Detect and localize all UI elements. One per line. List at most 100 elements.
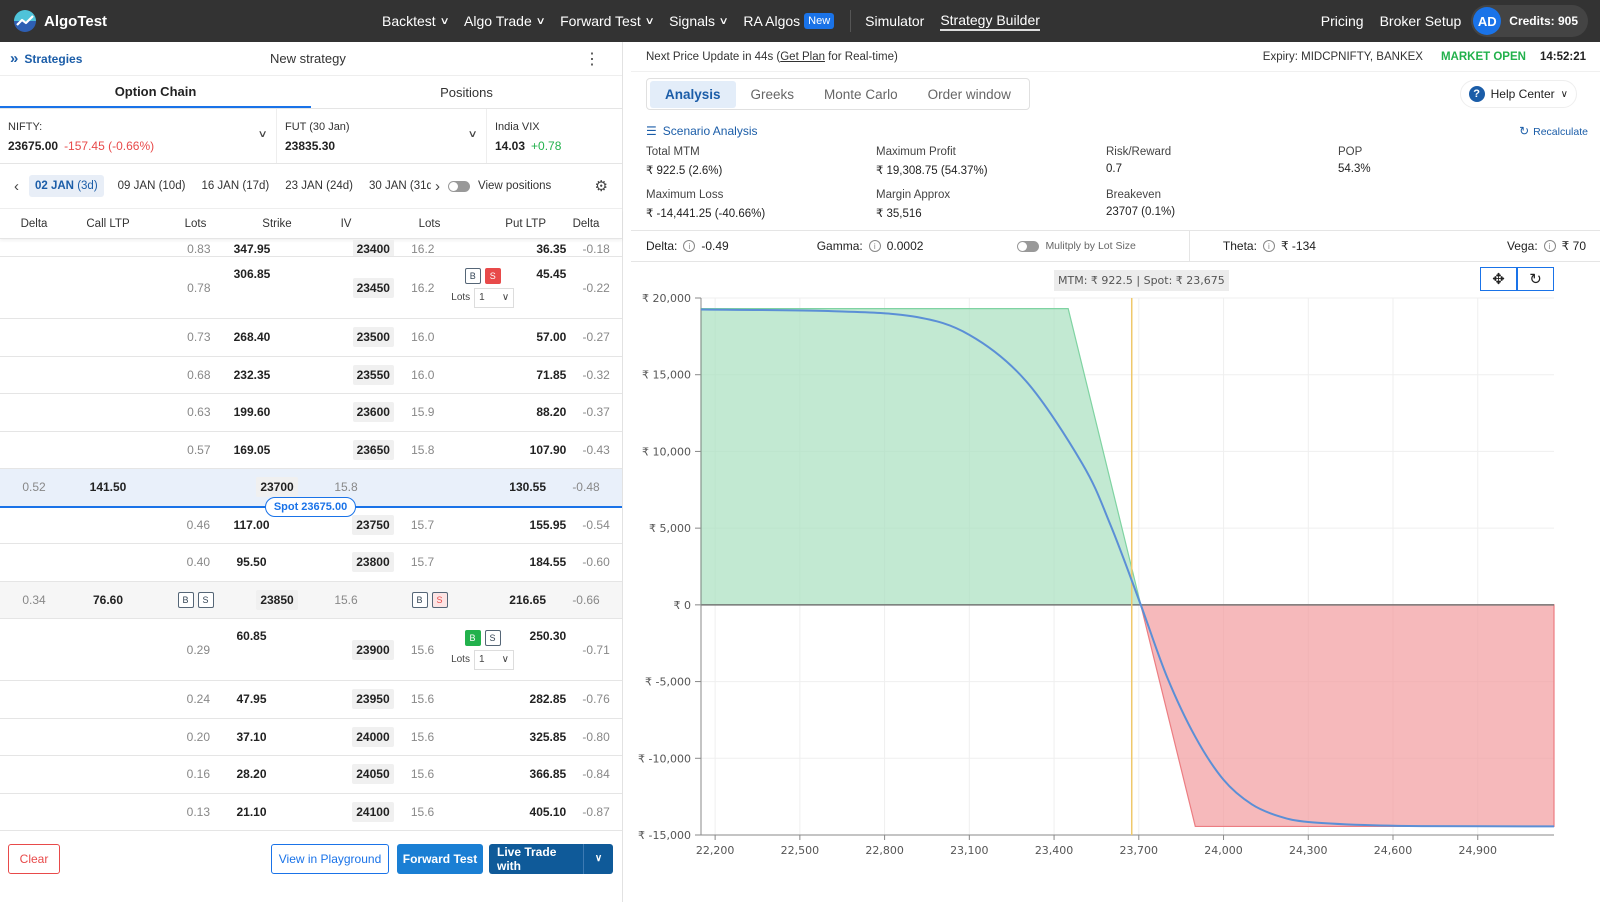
delta-value: -0.49 [701, 239, 729, 253]
expiry-chip[interactable]: 30 JAN (31d) [369, 180, 431, 192]
view-positions-toggle[interactable] [448, 180, 470, 192]
put-ltp: 57.00 [536, 330, 567, 345]
call-delta: 0.24 [186, 692, 211, 707]
call-delta: 0.68 [187, 367, 211, 382]
chevron-left-icon[interactable]: ‹ [14, 178, 19, 195]
strategies-link[interactable]: » Strategies [10, 50, 82, 67]
table-row[interactable]: 0.68 232.35 23550 16.0 71.85 -0.32 [0, 357, 622, 394]
strike-price: 23850 [256, 589, 298, 610]
sell-button[interactable]: S [484, 629, 501, 646]
call-delta: 0.73 [187, 330, 211, 345]
chevron-down-icon[interactable]: ∨ [583, 843, 613, 874]
reset-zoom-icon[interactable]: ↻ [1517, 267, 1554, 291]
iv: 16.0 [411, 330, 435, 345]
sell-button[interactable]: S [431, 591, 448, 608]
strategy-name[interactable]: New strategy [270, 51, 346, 66]
iv: 15.9 [411, 405, 435, 420]
table-row[interactable]: 0.73 268.40 23500 16.0 57.00 -0.27 [0, 319, 622, 357]
put-delta: -0.48 [572, 480, 600, 495]
table-row[interactable]: 0.13 21.10 24100 15.6 405.10 -0.87 [0, 794, 622, 831]
nav-ra-algos[interactable]: RA Algos New [743, 13, 835, 29]
table-row[interactable]: 0.83 347.95 23400 16.2 36.35 -0.18 [0, 240, 622, 257]
avatar[interactable]: AD [1473, 7, 1502, 35]
call-delta: 0.34 [22, 592, 46, 607]
strike-cell: 23550 [349, 364, 398, 385]
expiry-chip[interactable]: 09 JAN (10d) [118, 180, 186, 192]
table-row[interactable]: 0.24 47.95 23950 15.6 282.85 -0.76 [0, 681, 622, 719]
tab-greeks[interactable]: Greeks [736, 81, 810, 108]
strike-cell: 23400 [349, 240, 398, 256]
vix-label: India VIX [495, 121, 540, 133]
futures-label: FUT (30 Jan) [285, 121, 350, 133]
payoff-chart-svg[interactable]: ₹ 20,000 ₹ 15,000 ₹ 10,000 ₹ 5,000 ₹ 0 ₹ -5,0… [631, 262, 1600, 902]
tab-monte-carlo[interactable]: Monte Carlo [809, 81, 913, 108]
tab-option-chain[interactable]: Option Chain [0, 76, 311, 108]
profit-area [700, 308, 1142, 606]
quote-bar: NIFTY: 23675.00 -157.45 (-0.66%) ∨ FUT (3… [0, 109, 622, 164]
lots-label: Lots [451, 292, 471, 303]
expiry-chip[interactable]: 02 JAN (3d) [29, 175, 104, 197]
tab-positions[interactable]: Positions [311, 76, 622, 108]
underlying-selector[interactable]: NIFTY: 23675.00 -157.45 (-0.66%) ∨ [0, 109, 277, 163]
nav-signals[interactable]: Signals ∨ [669, 13, 729, 29]
table-row[interactable]: 0.40 95.50 23800 15.7 184.55 -0.60 [0, 544, 622, 582]
brand-logo[interactable]: AlgoTest [14, 10, 354, 32]
credits-chip[interactable]: AD Credits: 905 [1471, 5, 1588, 37]
futures-selector[interactable]: FUT (30 Jan) 23835.30 ∨ [277, 109, 487, 163]
expiry-chip[interactable]: 16 JAN (17d) [201, 180, 269, 192]
clear-button[interactable]: Clear [8, 843, 60, 874]
sell-button[interactable]: S [484, 267, 501, 284]
info-icon[interactable]: i [1262, 240, 1275, 252]
nav-algo-trade[interactable]: Algo Trade ∨ [464, 13, 546, 29]
payoff-chart[interactable]: ₹ 20,000 ₹ 15,000 ₹ 10,000 ₹ 5,000 ₹ 0 ₹ -5,0… [631, 262, 1600, 902]
live-trade-button[interactable]: Live Trade with ∨ [489, 843, 613, 874]
metric-label: POP [1338, 146, 1363, 158]
view-in-playground-button[interactable]: View in Playground [271, 843, 389, 874]
table-row[interactable]: 0.57 169.05 23650 15.8 107.90 -0.43 [0, 432, 622, 469]
table-row[interactable]: 0.16 28.20 24050 15.6 366.85 -0.84 [0, 756, 622, 794]
put-ltp: 107.90 [529, 442, 567, 457]
nav-algo-trade-label: Algo Trade [464, 13, 532, 29]
get-plan-link[interactable]: Get Plan [780, 51, 825, 63]
gear-icon[interactable]: ⚙ [595, 177, 608, 195]
put-delta: -0.27 [582, 330, 610, 345]
sell-button[interactable]: S [197, 591, 214, 608]
nav-backtest[interactable]: Backtest ∨ [382, 13, 449, 29]
underlying-change: -157.45 (-0.66%) [64, 139, 155, 153]
buy-button[interactable]: B [177, 591, 194, 608]
table-row[interactable]: 0.78 306.85 23450 16.2 B S Lots 1 ∨ 45.45 -0.22 [0, 257, 622, 319]
expiry-chip[interactable]: 23 JAN (24d) [285, 180, 353, 192]
forward-test-button[interactable]: Forward Test [397, 843, 483, 874]
lots-dropdown[interactable]: 1 ∨ [474, 287, 515, 308]
chevron-right-icon[interactable]: › [435, 178, 440, 195]
buy-button[interactable]: B [464, 629, 481, 646]
info-icon[interactable]: i [868, 240, 881, 252]
nav-strategy-builder[interactable]: Strategy Builder [940, 12, 1040, 31]
lots-dropdown[interactable]: 1 ∨ [473, 649, 514, 670]
scenario-analysis-link[interactable]: ☰ Scenario Analysis [646, 124, 757, 138]
nav-pricing[interactable]: Pricing [1321, 13, 1364, 29]
chevron-down-icon: ∨ [644, 15, 655, 27]
table-row[interactable]: 0.63 199.60 23600 15.9 88.20 -0.37 [0, 394, 622, 432]
pan-icon[interactable]: ✥ [1480, 267, 1517, 291]
nav-forward-test[interactable]: Forward Test ∨ [560, 13, 655, 29]
info-icon[interactable]: i [683, 240, 696, 252]
help-center-button[interactable]: ? Help Center ∨ [1459, 80, 1577, 108]
table-row[interactable]: 0.34 76.60 B S 23850 15.6 B S 216.65 -0.66 [0, 581, 622, 619]
tab-order-window[interactable]: Order window [913, 81, 1026, 108]
buy-button[interactable]: B [411, 591, 428, 608]
multiply-lot-size-toggle[interactable] [1017, 240, 1040, 252]
recalculate-button[interactable]: ↻ Recalculate [1519, 124, 1588, 138]
info-icon[interactable]: i [1543, 240, 1556, 252]
tab-analysis[interactable]: Analysis [650, 80, 736, 108]
expiry-info: Expiry: MIDCPNIFTY, BANKEX [1262, 50, 1423, 63]
nav-simulator[interactable]: Simulator [865, 13, 924, 29]
buy-button[interactable]: B [464, 267, 481, 284]
metric-breakeven: Breakeven 23707 (0.1%) [1106, 189, 1175, 218]
table-row[interactable]: 0.29 60.85 23900 15.6 B S Lots 1 ∨ 250.30 -0.71 [0, 619, 622, 681]
table-row[interactable]: 0.20 37.10 24000 15.6 325.85 -0.80 [0, 719, 622, 756]
kebab-menu-icon[interactable]: ⋮ [584, 49, 600, 69]
india-vix: India VIX 14.03 +0.78 [487, 109, 622, 163]
nav-broker-setup[interactable]: Broker Setup [1380, 13, 1462, 29]
col-iv: IV [340, 217, 352, 230]
